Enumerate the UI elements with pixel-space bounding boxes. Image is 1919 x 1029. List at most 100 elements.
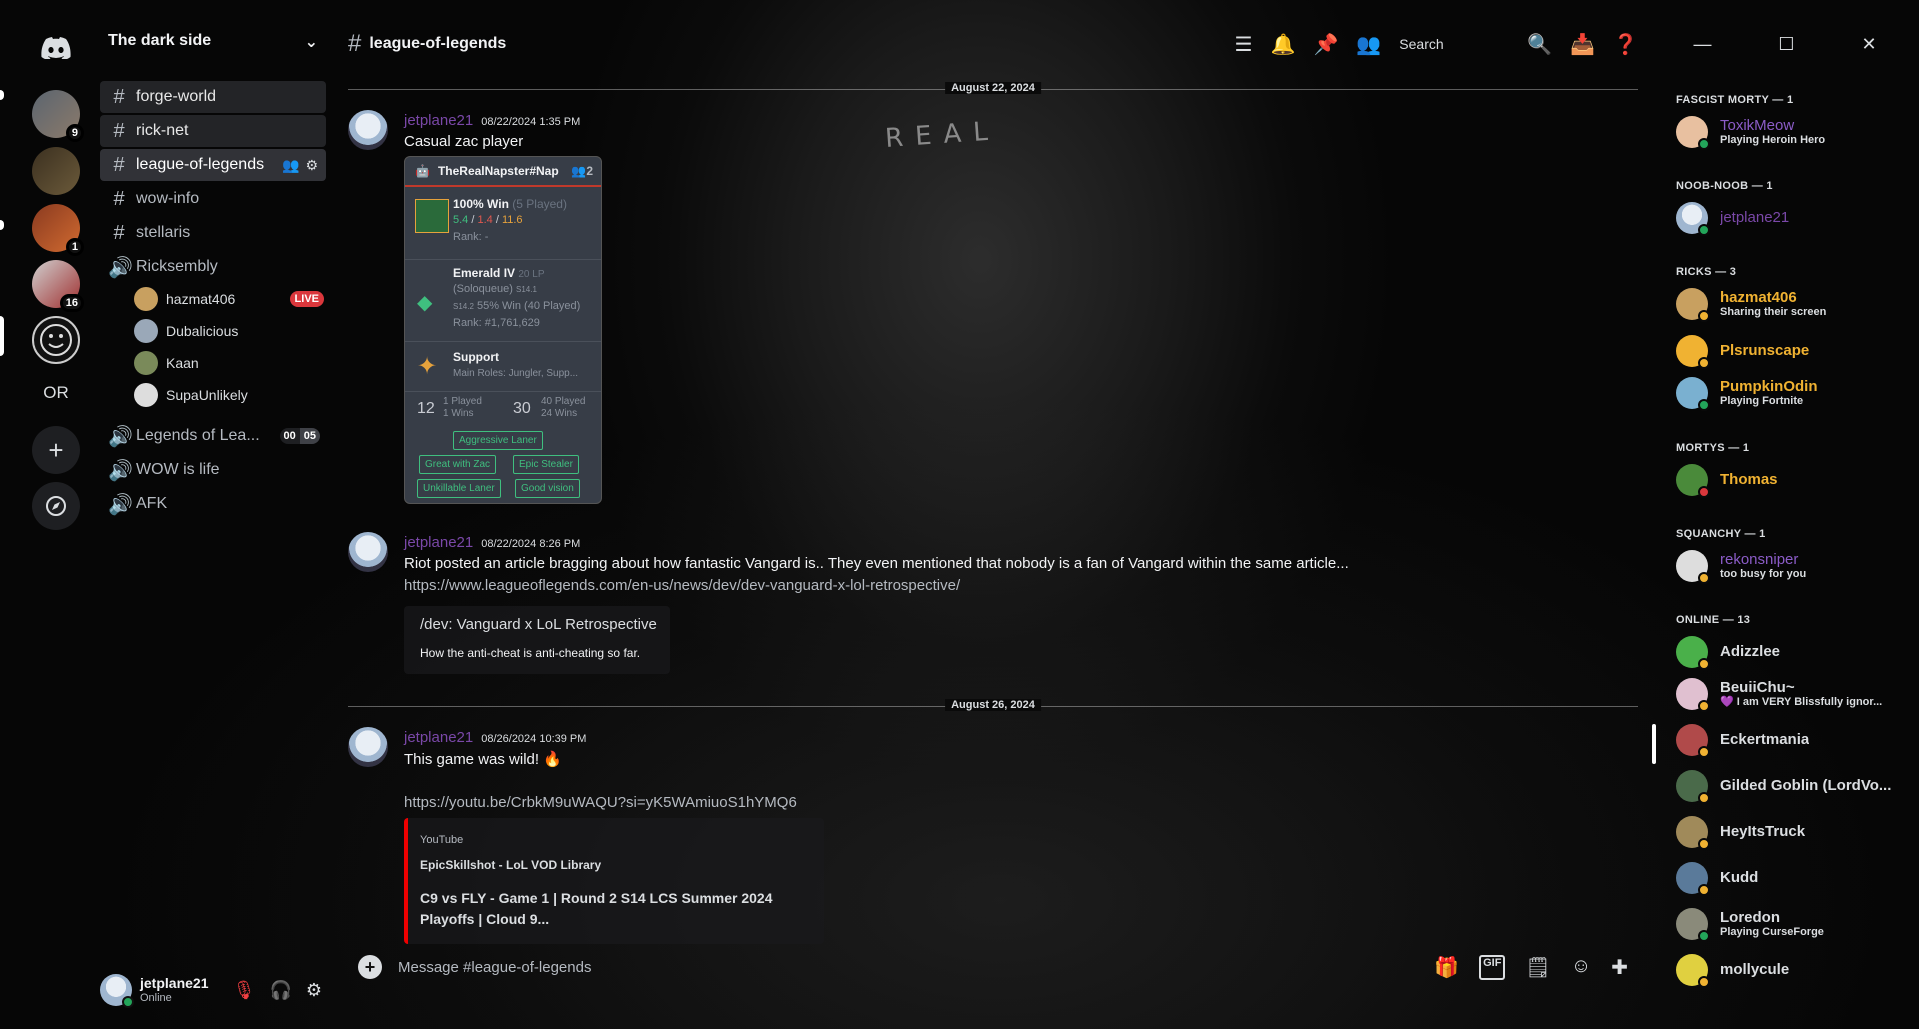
member-list: FASCIST MORTY — 1 ToxikMeow Playing Heroi… (1660, 80, 1910, 1010)
role-row: ✦ Support Main Roles: Jungler, Supp... (405, 341, 601, 389)
member-toxikmeow[interactable]: ToxikMeow Playing Heroin Hero (1676, 111, 1906, 153)
status-dot (1698, 976, 1710, 988)
win-rate: 100% Win (453, 197, 509, 211)
kda-kills: 5.4 (453, 214, 469, 226)
apps-icon[interactable]: ✚ (1611, 955, 1628, 980)
gif-icon[interactable]: GIF (1479, 954, 1506, 980)
member-name: Kudd (1720, 869, 1759, 887)
member-group-label: SQUANCHY — 1 (1676, 528, 1766, 540)
status-dot (1698, 486, 1710, 498)
mastery-1-played: 1 Played (443, 396, 482, 407)
avatar[interactable] (348, 727, 388, 767)
message-link[interactable]: https://youtu.be/CrbkM9uWAQU?si=yK5WAmiu… (404, 794, 797, 811)
embed-title[interactable]: C9 vs FLY - Game 1 | Round 2 S14 LCS Sum… (420, 888, 773, 930)
member-name: Plsrunscape (1720, 342, 1810, 360)
honor-tag: Good vision (515, 479, 580, 498)
close-icon[interactable]: ✕ (1861, 34, 1876, 55)
emerald-rank-icon: ◆ (417, 292, 433, 314)
ranked-row: ◆ Emerald IV 20 LP (Soloqueue) S14.1 S14… (405, 259, 601, 337)
avatar (1676, 908, 1710, 942)
embed-description: How the anti-cheat is anti-cheating so f… (420, 646, 641, 660)
message-composer[interactable]: + Message #league-of-legends 🎁 GIF 🗒 ☺ ✚ (348, 945, 1638, 989)
rank-tier: Emerald IV (453, 266, 516, 280)
mastery-level-1: 12 (417, 400, 435, 417)
member-name: Thomas (1720, 471, 1778, 489)
member-name: HeyItsTruck (1720, 823, 1806, 841)
message-header: jetplane21 08/22/2024 1:35 PM (404, 112, 580, 129)
honor-tag: Epic Stealer (513, 455, 579, 474)
message-header: jetplane21 08/22/2024 8:26 PM (404, 534, 580, 551)
member-gilded-goblin[interactable]: Gilded Goblin (LordVo... (1676, 765, 1906, 807)
member-activity: too busy for you (1720, 568, 1807, 581)
message-author[interactable]: jetplane21 (404, 112, 473, 129)
date-label: August 26, 2024 (945, 699, 1041, 711)
season-tag: S14.1 (516, 285, 537, 294)
mastery-row: 12 1 Played 1 Wins 30 40 Played 24 Wins (405, 391, 601, 425)
member-plsrunscape[interactable]: Plsrunscape (1676, 330, 1906, 372)
member-name: Eckertmania (1720, 731, 1810, 749)
message-input[interactable]: Message #league-of-legends (398, 959, 591, 976)
member-eckertmania[interactable]: Eckertmania (1676, 719, 1906, 761)
embed-title[interactable]: /dev: Vanguard x LoL Retrospective (420, 616, 657, 633)
avatar (1676, 550, 1710, 584)
avatar[interactable] (100, 974, 134, 1008)
mic-muted-icon[interactable]: 🎙 (233, 980, 256, 1001)
date-divider: August 26, 2024 (348, 699, 1638, 711)
member-name: Gilded Goblin (LordVo... (1720, 777, 1892, 795)
member-mollycule[interactable]: mollycule (1676, 949, 1906, 991)
emoji-icon[interactable]: ☺ (1571, 955, 1591, 980)
member-adizzlee[interactable]: Adizzlee (1676, 631, 1906, 673)
status-dot (1698, 792, 1710, 804)
avatar (1676, 724, 1710, 758)
avatar[interactable] (348, 532, 388, 572)
member-list-scrollbar[interactable] (1652, 724, 1656, 764)
avatar (1676, 678, 1710, 712)
message-link[interactable]: https://www.leagueoflegends.com/en-us/ne… (404, 577, 960, 594)
member-loredon[interactable]: Loredon Playing CurseForge (1676, 903, 1906, 945)
headphones-icon[interactable]: 🎧 (269, 980, 291, 1001)
status-dot (1698, 658, 1710, 670)
lol-stats-card: 🤖 TheRealNapster#Nap 👥2 100% Win (5 Play… (404, 156, 602, 504)
date-label: August 22, 2024 (945, 82, 1041, 94)
status-dot (1698, 700, 1710, 712)
member-hazmat406[interactable]: hazmat406 Sharing their screen (1676, 283, 1906, 325)
avatar (1676, 816, 1710, 850)
minimize-icon[interactable]: — (1693, 34, 1711, 55)
member-heyitstruck[interactable]: HeyItsTruck (1676, 811, 1906, 853)
member-kudd[interactable]: Kudd (1676, 857, 1906, 899)
member-rekonsniper[interactable]: rekonsniper too busy for you (1676, 545, 1906, 587)
member-pumpkinodin[interactable]: PumpkinOdin Playing Fortnite (1676, 372, 1906, 414)
message-timestamp: 08/22/2024 1:35 PM (481, 116, 581, 128)
gear-icon[interactable]: ⚙ (306, 980, 322, 1001)
message-author[interactable]: jetplane21 (404, 729, 473, 746)
message-timestamp: 08/26/2024 10:39 PM (481, 733, 587, 745)
date-divider: August 22, 2024 (348, 82, 1638, 94)
avatar (1676, 116, 1710, 150)
member-name: mollycule (1720, 961, 1790, 979)
avatar[interactable] (348, 110, 388, 150)
sticker-icon[interactable]: 🗒 (1525, 955, 1550, 980)
status-dot (1698, 930, 1710, 942)
robot-icon: 🤖 (415, 164, 430, 178)
member-thomas[interactable]: Thomas (1676, 459, 1906, 501)
member-name: Loredon (1720, 909, 1780, 927)
main-roles: Main Roles: Jungler, Supp... (453, 368, 579, 379)
member-activity: 💜 I am VERY Blissfully ignor... (1720, 696, 1883, 709)
upload-plus-icon[interactable]: + (358, 955, 382, 979)
embed-author[interactable]: EpicSkillshot - LoL VOD Library (420, 858, 601, 872)
window-controls: — ☐ ✕ (1660, 24, 1910, 64)
avatar (1676, 862, 1710, 896)
rank-label: Rank: - (453, 231, 489, 243)
gift-icon[interactable]: 🎁 (1434, 955, 1459, 980)
avatar (1676, 202, 1710, 236)
message-list: August 22, 2024 jetplane21 08/22/2024 1:… (0, 0, 1660, 945)
member-beuiichu[interactable]: BeuiiChu~ 💜 I am VERY Blissfully ignor... (1676, 673, 1906, 715)
status-dot (1698, 884, 1710, 896)
champion-icon (415, 199, 449, 233)
maximize-icon[interactable]: ☐ (1778, 34, 1794, 55)
link-embed: /dev: Vanguard x LoL Retrospective How t… (404, 606, 670, 674)
member-jetplane21[interactable]: jetplane21 (1676, 197, 1906, 239)
member-name: ToxikMeow (1720, 117, 1795, 135)
message-author[interactable]: jetplane21 (404, 534, 473, 551)
avatar (1676, 464, 1710, 498)
